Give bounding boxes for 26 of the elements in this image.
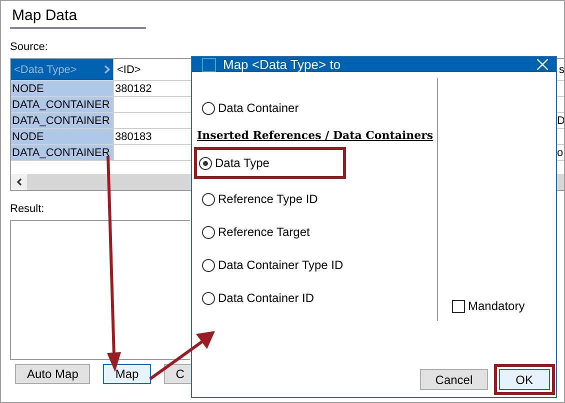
action-button[interactable]: Map	[103, 364, 151, 384]
table-cell: DATA_CONTAINER	[11, 97, 114, 113]
radio-option[interactable]: Reference Target	[202, 222, 312, 242]
action-button[interactable]: Auto Map	[15, 364, 90, 384]
table-cell: DATA_CONTAINER	[11, 145, 114, 161]
chevron-icon	[104, 65, 110, 74]
dialog-button[interactable]: Cancel	[420, 369, 488, 390]
dialog-title: Map <Data Type> to	[223, 57, 342, 72]
window-icon	[202, 58, 216, 72]
mandatory-checkbox[interactable]: Mandatory	[452, 299, 556, 313]
scroll-left-icon[interactable]	[16, 178, 22, 186]
annotation-arrow	[149, 331, 215, 380]
radio-option[interactable]: Data Container ID	[202, 288, 316, 308]
table-cell: NODE	[11, 129, 114, 145]
window-title: Map Data	[10, 1, 146, 29]
section-heading: Inserted References / Data Containers	[197, 129, 434, 142]
radio-option[interactable]: Data Container Type ID	[202, 255, 346, 275]
result-label: Result:	[10, 203, 46, 215]
source-label: Source:	[10, 41, 49, 53]
close-icon[interactable]	[537, 59, 548, 70]
radio-option[interactable]: Reference Type ID	[202, 189, 320, 209]
radio-option[interactable]: Data Container	[202, 98, 301, 118]
table-cell: DATA_CONTAINER	[11, 113, 114, 129]
radio-option[interactable]: Data Type	[197, 150, 344, 176]
table-cell: NODE	[11, 81, 114, 97]
dialog-button[interactable]: OK	[498, 369, 550, 390]
